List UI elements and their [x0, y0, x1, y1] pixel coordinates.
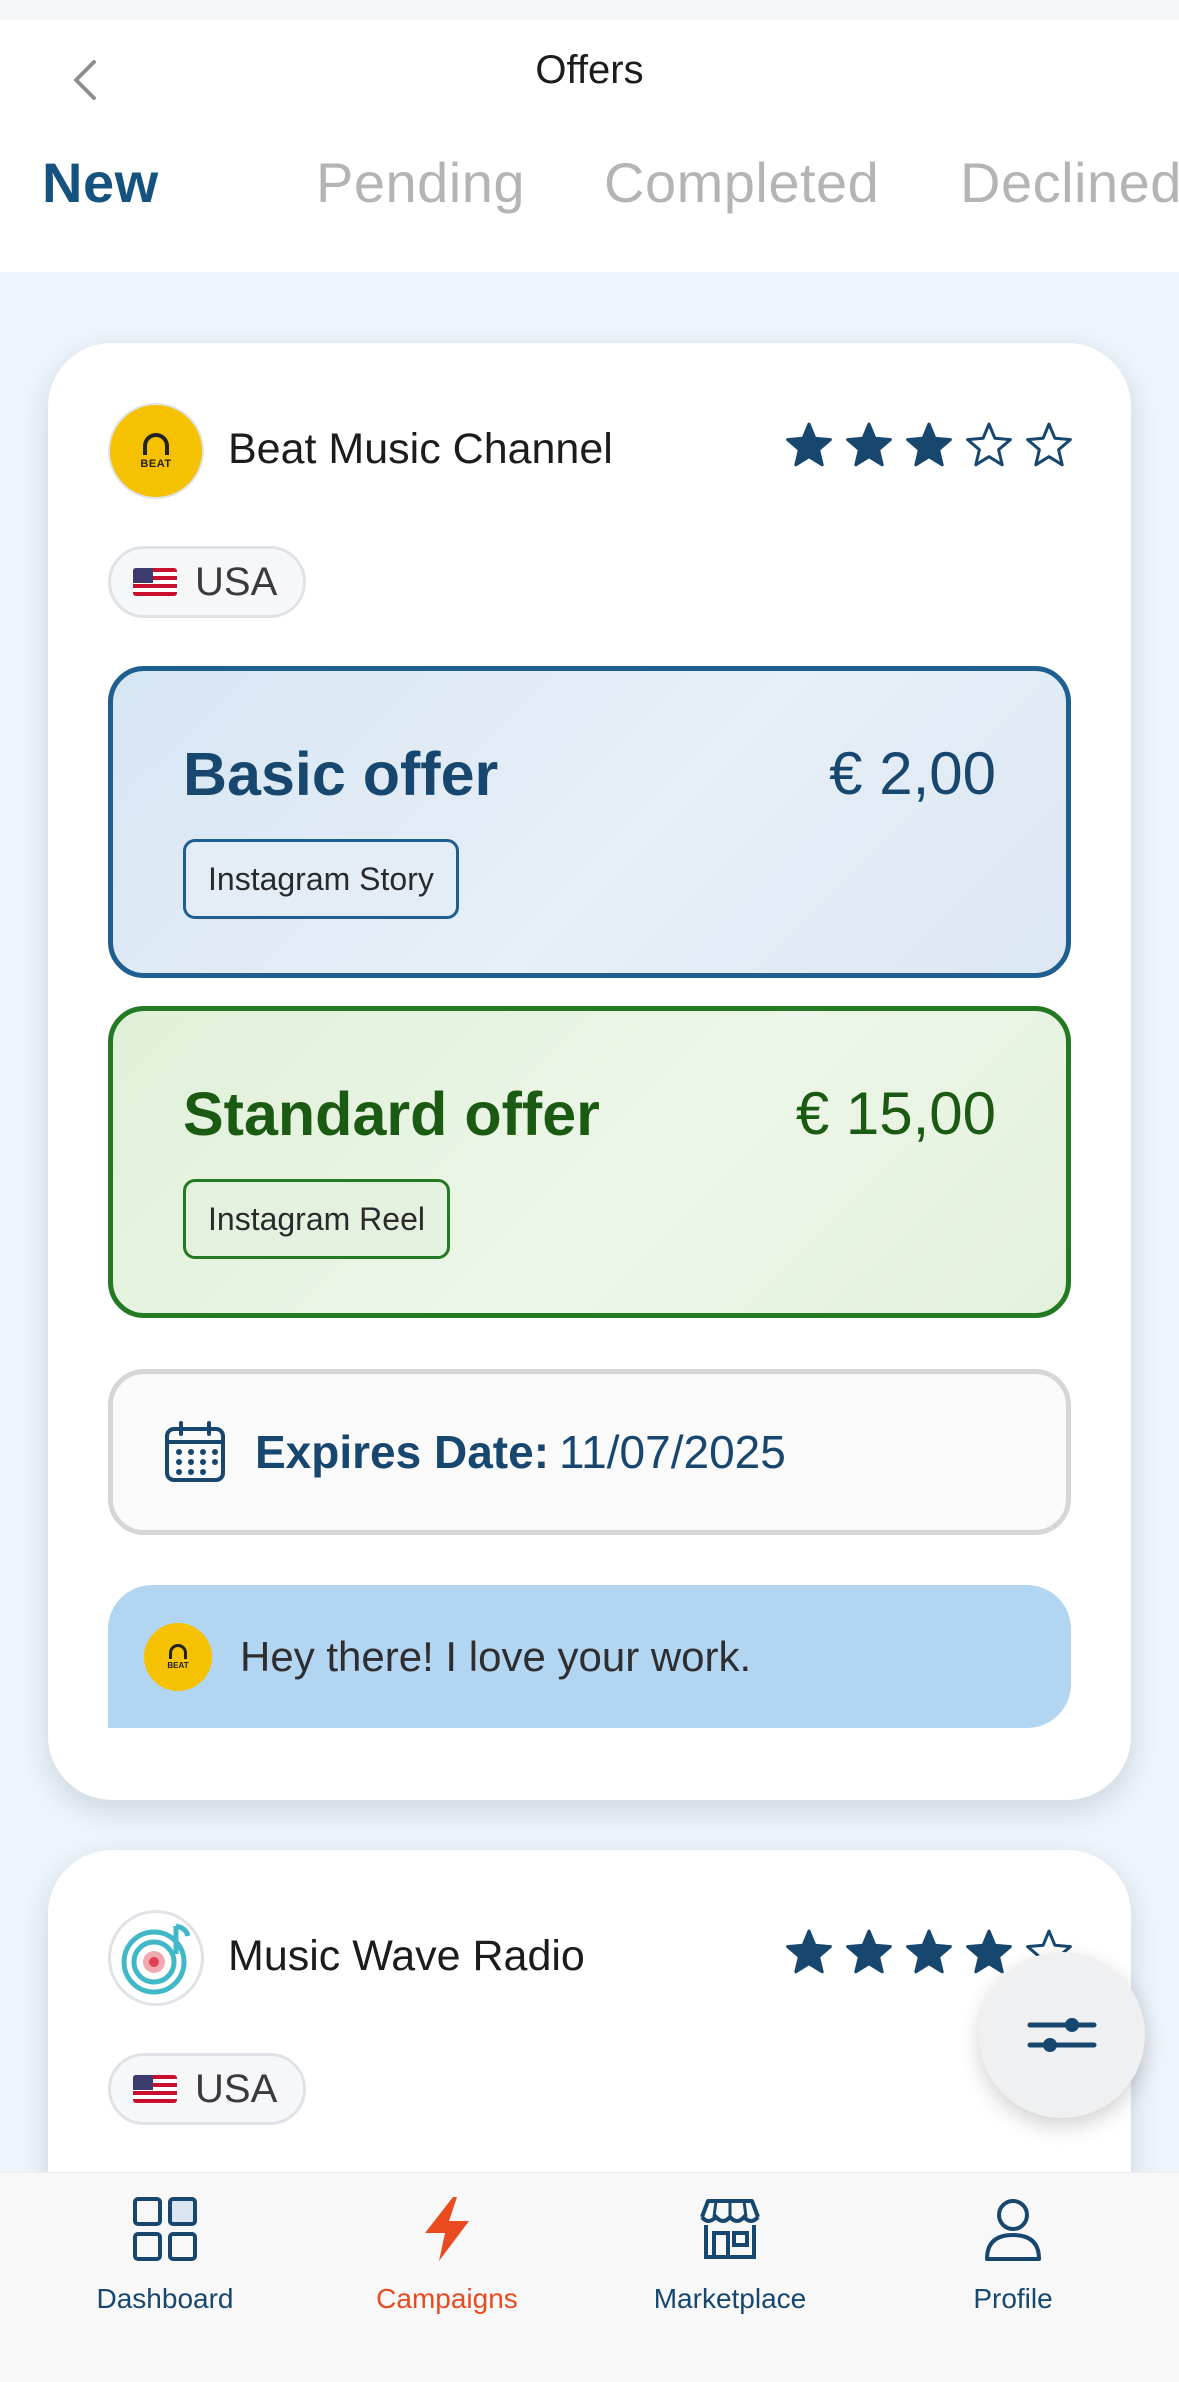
user-icon	[985, 2199, 1041, 2261]
country-badge: USA	[108, 546, 307, 618]
star-filled-icon	[846, 1929, 892, 1974]
nav-label: Campaigns	[376, 2283, 518, 2314]
us-flag-icon	[133, 568, 177, 596]
message-bubble: BEAT Hey there! I love your work.	[108, 1585, 1071, 1728]
calendar-icon	[165, 1421, 225, 1482]
star-rating	[785, 421, 1073, 469]
nav-label: Marketplace	[653, 2283, 807, 2314]
expiry-box: Expires Date: 11/07/2025	[108, 1369, 1071, 1535]
status-bar	[0, 0, 1179, 20]
offer-format-tag: Instagram Story	[183, 839, 459, 919]
offer-price: € 15,00	[795, 1080, 996, 1147]
star-filled-icon	[846, 422, 892, 467]
channel-name: Music Wave Radio	[228, 1932, 585, 1980]
nav-marketplace[interactable]: Marketplace	[590, 2193, 870, 2315]
nav-campaigns[interactable]: Campaigns	[307, 2193, 587, 2315]
page-title: Offers	[535, 48, 644, 92]
star-filled-icon	[786, 422, 832, 467]
dashboard-grid-icon	[133, 2197, 197, 2261]
expiry-date: 11/07/2025	[559, 1426, 786, 1478]
message-text: Hey there! I love your work.	[240, 1632, 752, 1680]
lightning-bolt-icon	[425, 2197, 469, 2261]
standard-offer-option[interactable]: Standard offer € 15,00 Instagram Reel	[108, 1006, 1071, 1318]
star-filled-icon	[786, 1929, 832, 1974]
bottom-navigation: Dashboard Campaigns Marketplace Profile	[0, 2172, 1179, 2382]
nav-label: Profile	[973, 2283, 1053, 2314]
tab-completed[interactable]: Completed	[604, 150, 879, 215]
offer-title: Basic offer	[183, 740, 499, 808]
headphones-icon	[143, 432, 169, 455]
star-empty-icon	[1026, 422, 1072, 467]
tab-declined[interactable]: Declined	[960, 150, 1179, 215]
sender-avatar: BEAT	[144, 1622, 212, 1691]
tab-new[interactable]: New	[42, 150, 159, 215]
channel-name: Beat Music Channel	[228, 425, 613, 473]
headphones-icon	[169, 1643, 187, 1659]
channel-avatar	[108, 1910, 204, 2006]
star-filled-icon	[906, 1929, 952, 1974]
offer-price: € 2,00	[829, 740, 996, 807]
nav-label: Dashboard	[96, 2283, 234, 2314]
nav-profile[interactable]: Profile	[873, 2193, 1153, 2315]
avatar-logo-text: BEAT	[140, 457, 172, 470]
country-label: USA	[195, 2066, 278, 2111]
offer-card[interactable]: BEAT Beat Music Channel USA Basic offer …	[48, 343, 1131, 1800]
expiry-label: Expires Date:	[255, 1426, 550, 1478]
storefront-icon	[700, 2199, 760, 2259]
avatar-logo-text: BEAT	[167, 1660, 189, 1670]
country-label: USA	[195, 559, 278, 604]
star-empty-icon	[966, 422, 1012, 467]
filter-button[interactable]	[979, 1952, 1145, 2118]
offer-format-tag: Instagram Reel	[183, 1179, 450, 1259]
star-filled-icon	[906, 422, 952, 467]
channel-avatar: BEAT	[108, 403, 204, 499]
basic-offer-option[interactable]: Basic offer € 2,00 Instagram Story	[108, 666, 1071, 978]
header: Offers New Pending Completed Declined	[0, 20, 1179, 272]
status-tabs: New Pending Completed Declined	[0, 150, 1179, 230]
offers-screen: Offers New Pending Completed Declined BE…	[0, 0, 1179, 2382]
country-badge: USA	[108, 2053, 307, 2125]
us-flag-icon	[133, 2075, 177, 2103]
star-filled-icon	[966, 1929, 1012, 1974]
tab-pending[interactable]: Pending	[316, 150, 525, 215]
nav-dashboard[interactable]: Dashboard	[25, 2193, 305, 2315]
offer-title: Standard offer	[183, 1080, 600, 1148]
music-wave-logo-icon	[121, 1923, 191, 1995]
filter-sliders-icon	[1027, 2018, 1097, 2052]
